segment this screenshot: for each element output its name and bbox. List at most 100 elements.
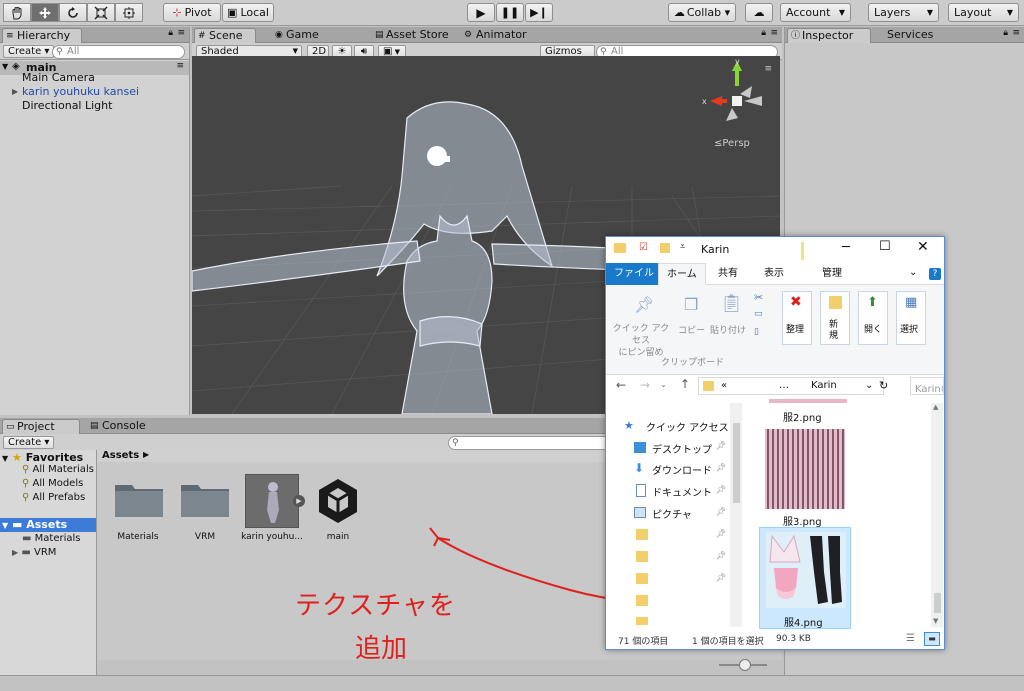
folder-icon[interactable] [180,480,230,518]
tab-hierarchy[interactable]: ≡ Hierarchy [2,28,82,43]
properties-icon[interactable]: ☑ [639,242,648,253]
tab-inspector[interactable]: ⓘ Inspector [787,28,871,43]
file-thumbnail[interactable] [769,399,847,403]
folder-icon[interactable] [114,480,164,518]
organize-button[interactable]: ✖ 整理 [782,291,812,345]
file-scroll-thumb[interactable] [934,593,941,613]
pivot-button[interactable]: ⊹ Pivot [163,3,221,22]
model-thumbnail[interactable] [245,474,299,528]
paste-shortcut-icon[interactable]: ▯ [754,327,759,337]
scale-tool-icon[interactable] [87,3,115,22]
file-name-2[interactable]: 服2.png [783,409,822,424]
tab-console[interactable]: ▤ Console [88,419,154,434]
pin-icon[interactable]: 📌︎ [716,551,726,560]
up-arrow-icon[interactable]: ↑ [680,377,690,391]
nav-quick-access[interactable]: クイック アクセス [646,419,729,434]
minimize-icon[interactable]: ─ [842,240,850,255]
asset-label-vrm[interactable]: VRM [170,532,240,542]
copy-path-icon[interactable]: ▭ [754,309,763,319]
ribbon-tab-home[interactable]: ホーム [658,263,706,285]
ribbon-tab-manage[interactable]: 管理 [814,263,850,285]
tab-asset-store[interactable]: ▤ Asset Store [372,28,457,43]
chevron-down-icon[interactable]: ⌄ [909,267,917,278]
lock-icon[interactable]: 🔒︎ [1003,28,1008,38]
maximize-icon[interactable]: ☐ [879,239,891,254]
layout-dropdown[interactable]: Layout ▼ [948,3,1019,22]
nav-documents[interactable]: ドキュメント [652,484,712,499]
address-bar[interactable]: « … Karin ⌄ ↻ [698,377,888,395]
panel-menu-icon[interactable]: ≡ [770,28,778,38]
tab-game[interactable]: ◉ Game [272,28,327,43]
select-button[interactable]: ▦ 選択 [896,291,926,345]
nav-desktop[interactable]: デスクトップ [652,441,712,456]
scroll-up-icon[interactable]: ▲ [933,403,938,411]
favorites-header[interactable]: ▼ ★ Favorites [2,451,83,464]
cloud-button[interactable]: ☁ [745,3,773,22]
chevron-down-icon[interactable]: ⌄ [865,380,873,391]
asset-label-karin[interactable]: karin youhu... [237,532,307,542]
nav-scrollbar[interactable] [730,403,742,627]
nav-pictures[interactable]: ピクチャ [652,506,692,521]
favorites-item-all-models[interactable]: ⚲ All Models [22,478,83,489]
collab-button[interactable]: ☁ Collab ▾ [668,3,736,22]
hierarchy-search-input[interactable]: ⚲ All [52,45,185,59]
pin-icon[interactable]: 📌︎ [716,463,726,472]
pin-icon[interactable]: 📌︎ [716,573,726,582]
help-icon[interactable]: ? [929,268,941,280]
hand-tool-icon[interactable] [3,3,31,22]
slider-handle[interactable] [739,659,751,671]
file-list-scrollbar[interactable]: ▲ ▼ [931,403,943,627]
folder-item-materials[interactable]: ▬ Materials [22,533,80,544]
account-dropdown[interactable]: Account ▼ [780,3,851,22]
breadcrumb[interactable]: Assets [102,450,139,461]
nav-downloads[interactable]: ダウンロード [652,462,712,477]
lock-icon[interactable]: 🔒︎ [761,28,766,38]
panel-menu-icon[interactable]: ≡ [1012,28,1020,38]
quick-access-dropdown-icon[interactable]: ⩡ [680,242,685,252]
hierarchy-item-karin[interactable]: karin youhuku kansei [22,85,139,98]
rotate-tool-icon[interactable] [59,3,87,22]
asset-label-main[interactable]: main [303,532,373,542]
pin-icon[interactable]: 📌︎ [716,485,726,494]
folder-item-vrm[interactable]: ▶ ▬ VRM [12,547,56,558]
tab-project[interactable]: ▭ Project [2,419,80,434]
favorites-item-all-prefabs[interactable]: ⚲ All Prefabs [22,492,85,503]
asset-label-materials[interactable]: Materials [103,532,173,542]
thumbnail-view-icon[interactable]: ▬ [924,632,940,646]
ribbon-tab-file[interactable]: ファイル [606,263,662,285]
local-button[interactable]: ▣ Local [222,3,274,22]
stripe-texture-thumbnail[interactable] [765,429,845,509]
assets-root[interactable]: ▼ ▬ Assets [0,518,96,532]
panel-menu-icon[interactable]: ≡ [764,64,772,74]
paste-button[interactable]: 貼り付け [710,323,746,336]
pin-icon[interactable]: 📌︎ [716,441,726,450]
copy-button[interactable]: コピー [678,323,705,336]
new-folder-icon[interactable] [660,243,670,253]
unity-scene-icon[interactable] [313,476,363,526]
expand-arrow-icon[interactable]: ▶ [12,87,18,96]
forward-arrow-icon[interactable]: → [640,378,650,392]
panel-menu-icon[interactable]: ≡ [177,28,185,38]
layers-dropdown[interactable]: Layers ▼ [868,3,939,22]
ribbon-tab-share[interactable]: 共有 [710,263,746,285]
scene-menu-icon[interactable]: ≡ [176,61,184,71]
lock-icon[interactable]: 🔒︎ [168,28,173,38]
new-button[interactable]: 新 規 [820,291,850,345]
tab-services[interactable]: Services [873,28,941,43]
expand-prefab-icon[interactable]: ▶ [293,495,305,507]
close-icon[interactable]: ✕ [917,239,929,255]
details-view-icon[interactable]: ☰ [906,633,915,644]
tab-scene[interactable]: # Scene [194,28,256,43]
project-create-button[interactable]: Create ▾ [3,436,55,449]
file-name-3[interactable]: 服3.png [783,513,822,528]
scene-gizmo[interactable]: y x [702,57,762,121]
pause-button[interactable]: ❚❚ [496,3,524,22]
hierarchy-item-directional-light[interactable]: Directional Light [22,99,112,112]
nav-scroll-thumb[interactable] [733,423,740,503]
move-tool-icon[interactable] [31,3,59,22]
rect-tool-icon[interactable] [115,3,143,22]
explorer-search-input[interactable]: Karinの [910,377,944,395]
pin-quick-access-button[interactable]: クイック アクセス にピン留め [610,323,672,359]
scroll-down-icon[interactable]: ▼ [933,617,938,625]
recent-dropdown-icon[interactable]: ⌄ [660,380,667,389]
